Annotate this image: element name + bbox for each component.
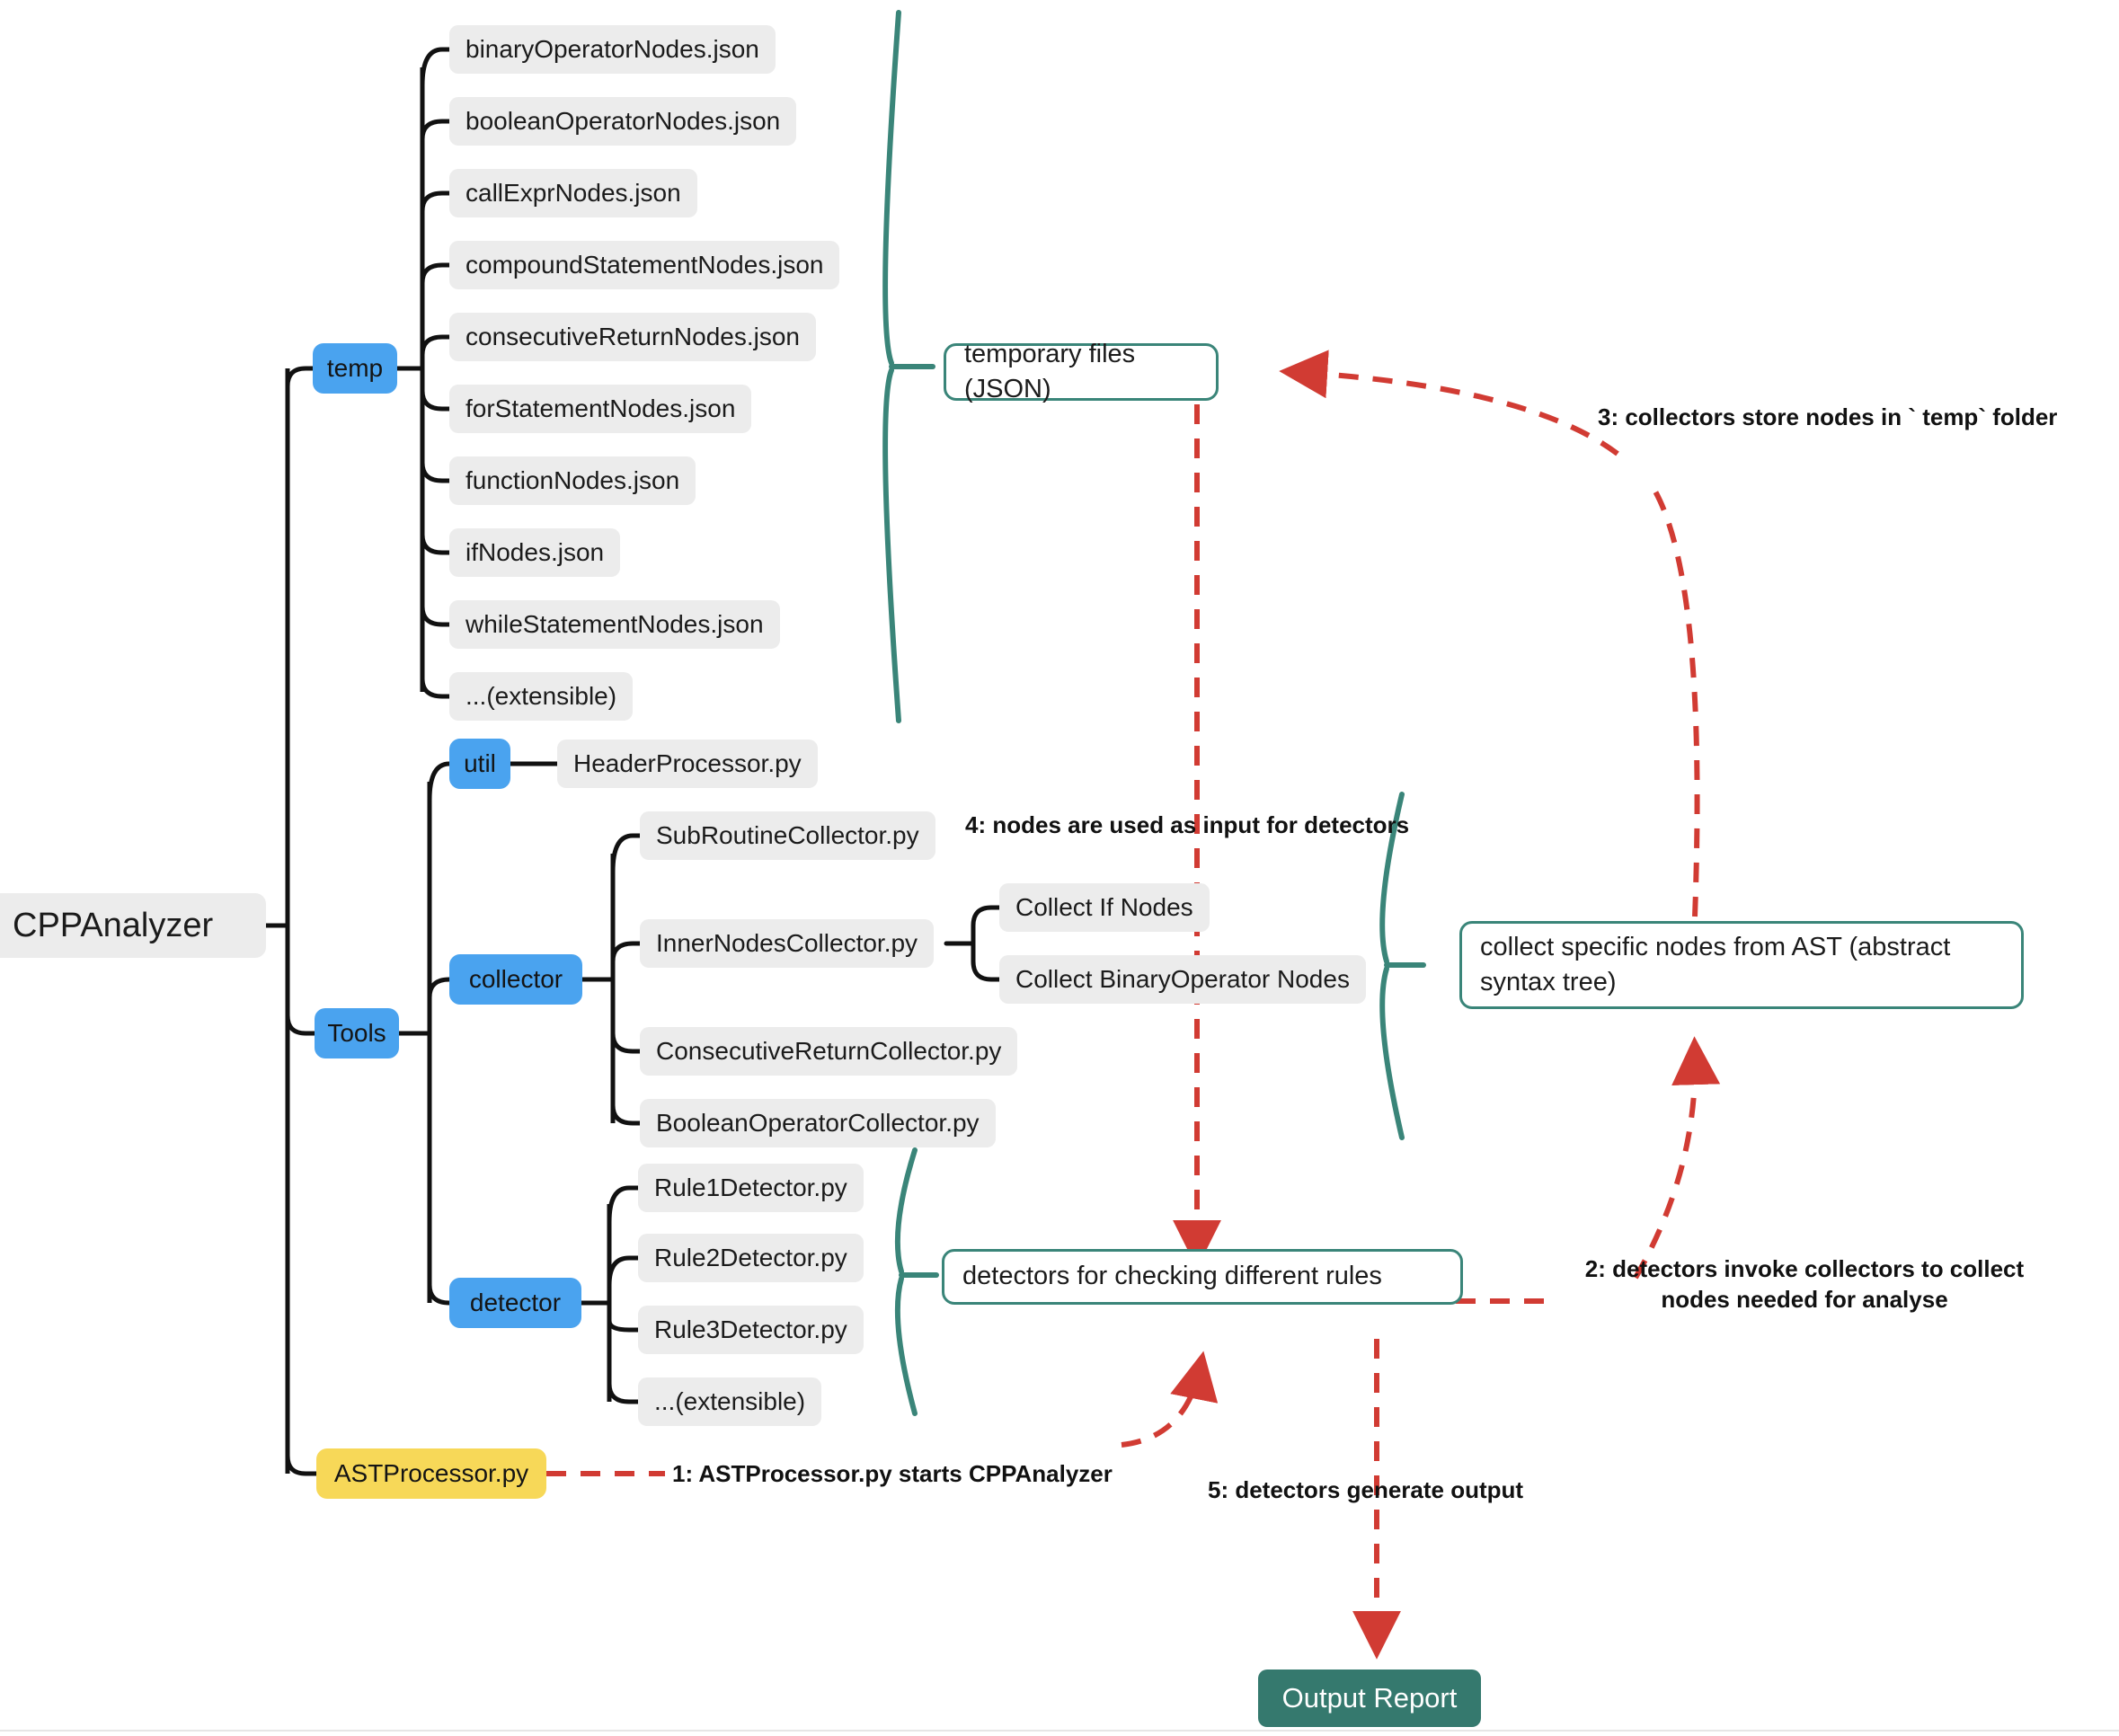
branch-node-temp-label: temp (326, 354, 384, 382)
leaf-label: binaryOperatorNodes.json (465, 35, 759, 63)
branch-node-tools[interactable]: Tools (315, 1008, 399, 1058)
flow-step-2-text-line1: 2: detectors invoke collectors to collec… (1584, 1255, 2025, 1282)
entry-node-label: ASTProcessor.py (333, 1459, 529, 1487)
leaf-label: callExprNodes.json (465, 179, 681, 207)
leaf-label: Rule2Detector.py (654, 1244, 847, 1271)
leaf-label: BooleanOperatorCollector.py (656, 1109, 980, 1137)
root-node-label: CPPAnalyzer (13, 906, 214, 944)
leaf-binary-operator-nodes-json[interactable]: binaryOperatorNodes.json (449, 25, 776, 74)
leaf-label: Collect If Nodes (1015, 893, 1193, 921)
leaf-label: ConsecutiveReturnCollector.py (656, 1037, 1002, 1065)
leaf-label: ...(extensible) (465, 682, 617, 710)
flow-step-1-label: 1: ASTProcessor.py starts CPPAnalyzer (672, 1459, 1113, 1490)
leaf-label: Rule1Detector.py (654, 1174, 847, 1201)
leaf-subroutine-collector-py[interactable]: SubRoutineCollector.py (640, 811, 935, 860)
flow-step-2-label: 2: detectors invoke collectors to collec… (1553, 1254, 2056, 1315)
output-report-label: Output Report (1281, 1682, 1458, 1714)
leaf-collect-binaryoperator-nodes[interactable]: Collect BinaryOperator Nodes (999, 955, 1366, 1004)
leaf-inner-nodes-collector-py[interactable]: InnerNodesCollector.py (640, 919, 935, 968)
flow-step-3-label: 3: collectors store nodes in ` temp` fol… (1598, 403, 2057, 433)
annotation-label: collect specific nodes from AST (abstrac… (1480, 932, 1951, 996)
flow-step-4-text: 4: nodes are used as input for detectors (965, 811, 1410, 838)
leaf-for-statement-nodes-json[interactable]: forStatementNodes.json (449, 385, 752, 433)
annotation-label: temporary files (JSON) (964, 339, 1136, 403)
leaf-label: ...(extensible) (654, 1387, 806, 1415)
branch-node-collector[interactable]: collector (449, 954, 582, 1005)
entry-node-astprocessor-py[interactable]: ASTProcessor.py (316, 1448, 546, 1499)
leaf-consecutive-return-collector-py[interactable]: ConsecutiveReturnCollector.py (640, 1027, 1018, 1076)
branch-node-temp[interactable]: temp (313, 343, 397, 394)
branch-node-collector-label: collector (468, 965, 563, 993)
flow-step-5-label: 5: detectors generate output (1208, 1475, 1523, 1506)
flow-step-4-label: 4: nodes are used as input for detectors (965, 810, 1409, 841)
leaf-rule1detector-py[interactable]: Rule1Detector.py (638, 1164, 864, 1212)
annotation-temporary-files[interactable]: temporary files (JSON) (944, 340, 1219, 403)
mindmap-canvas: CPPAnalyzer temp binaryOperatorNodes.jso… (0, 0, 2119, 1736)
leaf-label: forStatementNodes.json (465, 394, 736, 422)
leaf-label: Collect BinaryOperator Nodes (1015, 965, 1350, 993)
leaf-label: compoundStatementNodes.json (465, 251, 824, 279)
branch-node-tools-label: Tools (327, 1019, 386, 1047)
output-report-node[interactable]: Output Report (1258, 1670, 1481, 1727)
leaf-label: booleanOperatorNodes.json (465, 107, 781, 135)
leaf-label: functionNodes.json (465, 466, 680, 494)
branch-node-detector[interactable]: detector (449, 1278, 581, 1328)
leaf-label: ifNodes.json (465, 538, 605, 566)
branch-node-util-label: util (464, 749, 496, 777)
branch-node-detector-label: detector (469, 1289, 562, 1316)
leaf-boolean-operator-collector-py[interactable]: BooleanOperatorCollector.py (640, 1099, 996, 1147)
leaf-while-statement-nodes-json[interactable]: whileStatementNodes.json (449, 600, 780, 649)
leaf-compound-statement-nodes-json[interactable]: compoundStatementNodes.json (449, 241, 840, 289)
leaf-label: SubRoutineCollector.py (656, 821, 919, 849)
flow-step-5-text: 5: detectors generate output (1208, 1476, 1524, 1503)
flow-step-3-text: 3: collectors store nodes in ` temp` fol… (1598, 403, 2058, 430)
leaf-function-nodes-json[interactable]: functionNodes.json (449, 456, 696, 505)
leaf-rule2detector-py[interactable]: Rule2Detector.py (638, 1234, 864, 1282)
leaf-detector-extensible[interactable]: ...(extensible) (638, 1377, 822, 1426)
flow-step-1-text: 1: ASTProcessor.py starts CPPAnalyzer (672, 1460, 1113, 1487)
leaf-call-expr-nodes-json[interactable]: callExprNodes.json (449, 169, 697, 217)
leaf-header-processor-py[interactable]: HeaderProcessor.py (557, 740, 818, 788)
annotation-collect-specific-nodes[interactable]: collect specific nodes from AST (abstrac… (1459, 921, 2024, 1009)
branch-node-util[interactable]: util (449, 739, 510, 789)
annotation-label: detectors for checking different rules (962, 1262, 1382, 1291)
leaf-if-nodes-json[interactable]: ifNodes.json (449, 528, 621, 577)
leaf-collect-if-nodes[interactable]: Collect If Nodes (999, 883, 1210, 932)
bottom-divider (0, 1730, 2119, 1732)
root-node-cppanalyzer[interactable]: CPPAnalyzer (0, 893, 266, 958)
leaf-label: HeaderProcessor.py (573, 749, 802, 777)
leaf-rule3detector-py[interactable]: Rule3Detector.py (638, 1306, 864, 1354)
flow-step-2-text-line2: nodes needed for analyse (1661, 1285, 1948, 1313)
annotation-detectors-rules[interactable]: detectors for checking different rules (942, 1249, 1463, 1305)
leaf-temp-extensible[interactable]: ...(extensible) (449, 672, 634, 721)
leaf-label: consecutiveReturnNodes.json (465, 323, 800, 350)
leaf-consecutive-return-nodes-json[interactable]: consecutiveReturnNodes.json (449, 313, 816, 361)
leaf-label: Rule3Detector.py (654, 1315, 847, 1343)
leaf-label: InnerNodesCollector.py (656, 929, 918, 957)
leaf-label: whileStatementNodes.json (465, 610, 764, 638)
leaf-boolean-operator-nodes-json[interactable]: booleanOperatorNodes.json (449, 97, 797, 146)
